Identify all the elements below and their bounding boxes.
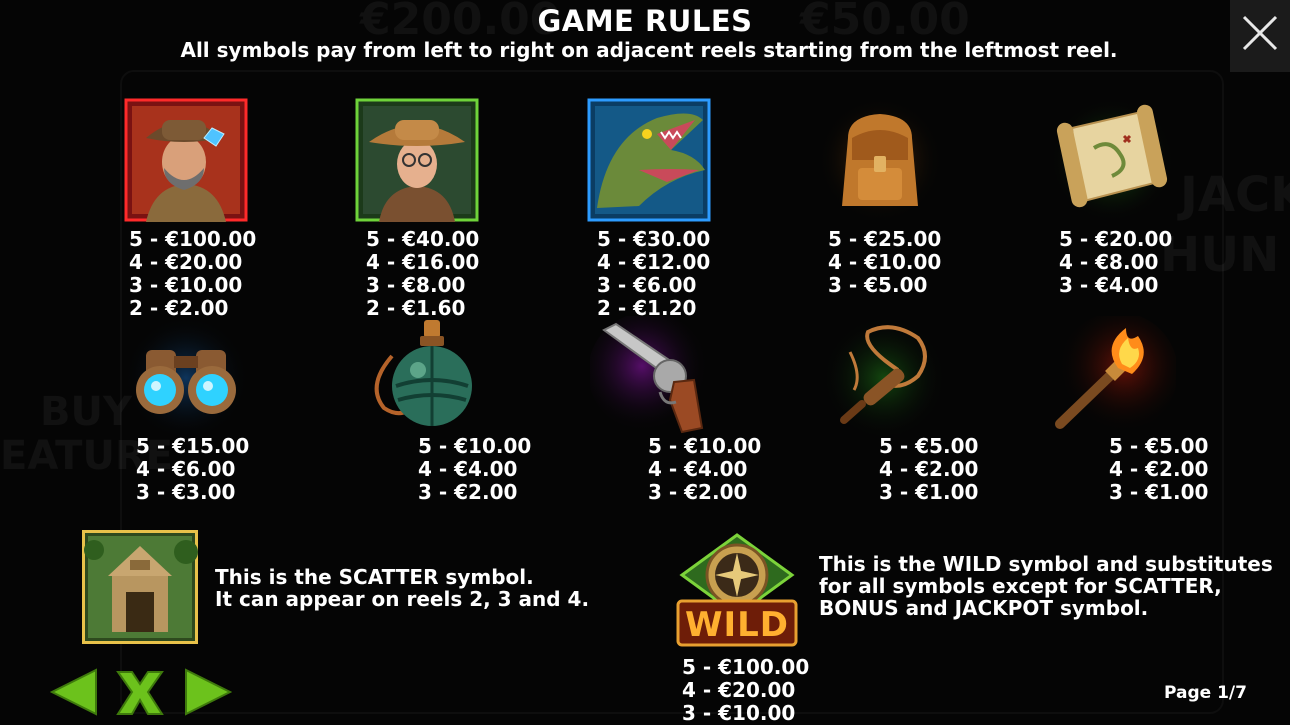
treasure-map-icon [1050,98,1174,222]
wild-description-line: for all symbols except for SCATTER, [819,574,1222,598]
pay-line: 4 - €2.00 [1109,457,1209,481]
pay-line: 5 - €40.00 [366,227,480,251]
revolver-paytable: 5 - €10.00 4 - €4.00 3 - €2.00 [648,435,761,504]
temple-scatter-icon [82,530,198,644]
backpack-icon [818,98,942,222]
wild-description-line: This is the WILD symbol and substitutes [819,552,1273,576]
pay-line: 4 - €12.00 [597,250,711,274]
pay-line: 3 - €2.00 [648,480,748,504]
scatter-description-line: It can appear on reels 2, 3 and 4. [215,587,590,611]
pay-line: 3 - €6.00 [597,273,697,297]
explorer-man-paytable: 5 - €100.00 4 - €20.00 3 - €10.00 2 - €2… [129,228,256,320]
pay-line: 5 - €5.00 [879,434,979,458]
explorer-woman-paytable: 5 - €40.00 4 - €16.00 3 - €8.00 2 - €1.6… [366,228,479,320]
pay-line: 4 - €6.00 [136,457,236,481]
pay-line: 4 - €4.00 [648,457,748,481]
pay-line: 5 - €100.00 [682,655,810,679]
pay-line: 3 - €4.00 [1059,273,1159,297]
torch-paytable: 5 - €5.00 4 - €2.00 3 - €1.00 [1109,435,1208,504]
crocodile-paytable: 5 - €30.00 4 - €12.00 3 - €6.00 2 - €1.2… [597,228,710,320]
scatter-description-line: This is the SCATTER symbol. [215,565,534,589]
pay-line: 3 - €2.00 [418,480,518,504]
pay-line: 5 - €5.00 [1109,434,1209,458]
explorer-man-icon [124,98,248,222]
close-paytable-button[interactable] [112,668,168,720]
background-logo-line: HUN [1160,227,1280,283]
pay-line: 3 - €8.00 [366,273,466,297]
pay-line: 5 - €20.00 [1059,227,1173,251]
scatter-description: This is the SCATTER symbol. It can appea… [215,566,589,610]
pay-line: 5 - €10.00 [418,434,532,458]
compass-wild-icon: WILD [674,531,800,651]
pay-line: 3 - €5.00 [828,273,928,297]
close-icon [1242,15,1278,51]
pay-line: 3 - €3.00 [136,480,236,504]
pay-line: 4 - €16.00 [366,250,480,274]
wild-description: This is the WILD symbol and substitutes … [819,553,1273,619]
explorer-woman-icon [355,98,479,222]
pay-line: 5 - €10.00 [648,434,762,458]
backpack-paytable: 5 - €25.00 4 - €10.00 3 - €5.00 [828,228,941,297]
background-logo-text: JACK HUN [1160,165,1290,285]
close-rules-button[interactable] [1230,0,1290,72]
arrow-left-icon [49,668,97,716]
revolver-icon [590,316,714,440]
pay-line: 4 - €2.00 [879,457,979,481]
wild-description-line: BONUS and JACKPOT symbol. [819,596,1149,620]
treasure-map-paytable: 5 - €20.00 4 - €8.00 3 - €4.00 [1059,228,1172,297]
torch-icon [1052,316,1176,440]
pay-line: 4 - €20.00 [682,678,796,702]
rules-subtitle: All symbols pay from left to right on ad… [180,38,1118,62]
binoculars-paytable: 5 - €15.00 4 - €6.00 3 - €3.00 [136,435,249,504]
page-title: GAME RULES [537,4,753,38]
arrow-right-icon [185,668,233,716]
pay-line: 5 - €100.00 [129,227,257,251]
pay-line: 4 - €10.00 [828,250,942,274]
crocodile-icon [587,98,711,222]
close-x-icon [116,671,164,715]
pay-line: 5 - €15.00 [136,434,250,458]
binoculars-icon [124,316,248,440]
whip-icon [822,316,946,440]
pay-line: 5 - €30.00 [597,227,711,251]
flask-icon [362,316,486,440]
pay-line: 3 - €10.00 [682,701,796,725]
whip-paytable: 5 - €5.00 4 - €2.00 3 - €1.00 [879,435,978,504]
background-logo-line: JACK [1180,167,1290,223]
pay-line: 5 - €25.00 [828,227,942,251]
next-page-button[interactable] [184,668,233,720]
flask-paytable: 5 - €10.00 4 - €4.00 3 - €2.00 [418,435,531,504]
page-indicator: Page 1/7 [1164,683,1247,703]
wild-label: WILD [684,605,790,645]
pay-line: 4 - €8.00 [1059,250,1159,274]
pay-line: 4 - €20.00 [129,250,243,274]
wild-paytable: 5 - €100.00 4 - €20.00 3 - €10.00 [682,656,809,725]
pay-line: 3 - €1.00 [879,480,979,504]
pay-line: 3 - €10.00 [129,273,243,297]
previous-page-button[interactable] [49,668,98,720]
pay-line: 3 - €1.00 [1109,480,1209,504]
pay-line: 4 - €4.00 [418,457,518,481]
